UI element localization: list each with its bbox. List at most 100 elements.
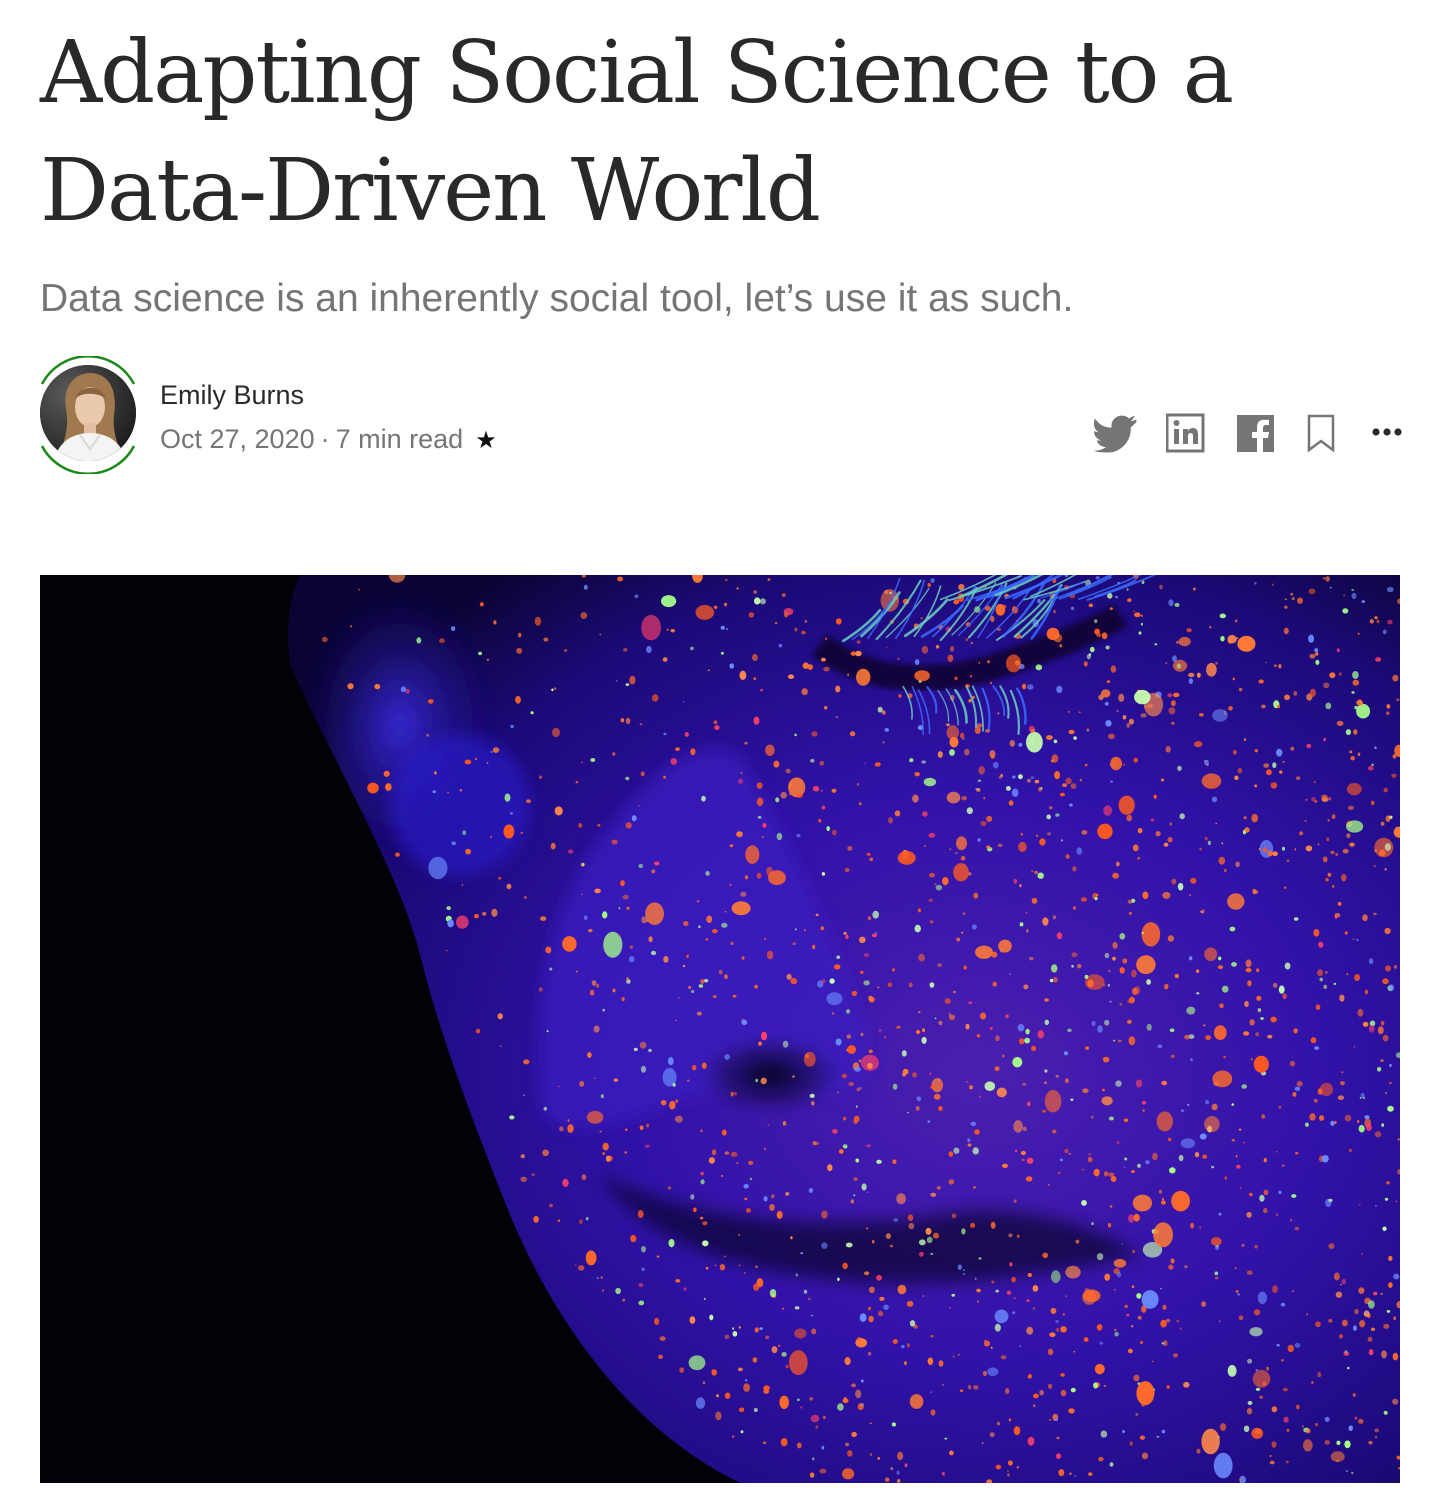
paint-speckle [552, 727, 560, 738]
paint-speckle [752, 653, 758, 662]
paint-speckle [1042, 917, 1049, 926]
paint-speckle [1361, 1252, 1363, 1255]
paint-speckle [1384, 868, 1387, 871]
paint-speckle [738, 778, 743, 784]
paint-speckle [719, 1264, 726, 1271]
paint-speckle [732, 1327, 735, 1330]
paint-speckle [909, 1320, 916, 1327]
paint-speckle [1109, 607, 1113, 610]
paint-speckle [1116, 861, 1120, 867]
paint-speckle [972, 1147, 979, 1155]
facebook-share-button[interactable] [1236, 412, 1276, 456]
paint-speckle [715, 1411, 722, 1421]
paint-speckle [1349, 842, 1355, 847]
paint-speckle [949, 1306, 951, 1309]
paint-speckle [1380, 1059, 1384, 1062]
paint-speckle [1136, 1381, 1155, 1406]
paint-speckle [1286, 859, 1290, 862]
paint-speckle [1344, 1350, 1348, 1354]
author-name[interactable]: Emily Burns [160, 377, 304, 413]
paint-speckle [491, 908, 498, 917]
paint-speckle [1221, 842, 1224, 845]
paint-speckle [980, 821, 987, 826]
paint-speckle [869, 1422, 872, 1425]
paint-speckle [788, 1350, 808, 1376]
paint-speckle [756, 1278, 764, 1288]
paint-speckle [1033, 1393, 1039, 1399]
paint-speckle [1290, 1218, 1293, 1222]
paint-speckle [871, 1240, 875, 1244]
paint-speckle [1088, 603, 1094, 608]
paint-speckle [927, 583, 931, 587]
bookmark-button[interactable] [1306, 412, 1336, 456]
paint-speckle [1314, 800, 1318, 803]
paint-speckle [1202, 1154, 1208, 1159]
author-avatar[interactable] [40, 365, 136, 461]
paint-speckle [1384, 927, 1391, 935]
paint-speckle [887, 982, 892, 988]
paint-speckle [1051, 1270, 1061, 1283]
paint-speckle [863, 980, 870, 986]
paint-speckle [720, 652, 724, 655]
paint-speckle [1131, 1170, 1135, 1174]
paint-speckle [1128, 911, 1132, 915]
paint-speckle [1215, 822, 1218, 825]
paint-speckle [1018, 774, 1023, 780]
paint-speckle [856, 640, 861, 644]
paint-speckle [1127, 999, 1133, 1004]
paint-speckle [579, 1219, 583, 1224]
paint-speckle [675, 1279, 681, 1283]
paint-speckle [1317, 843, 1320, 846]
paint-speckle [1031, 1045, 1037, 1051]
paint-speckle [1305, 798, 1308, 801]
linkedin-share-button[interactable] [1165, 412, 1206, 456]
paint-speckle [549, 967, 553, 971]
paint-speckle [660, 1100, 667, 1106]
paint-speckle [896, 1470, 900, 1475]
paint-speckle [656, 1255, 660, 1258]
paint-speckle [963, 1269, 965, 1271]
paint-speckle [1336, 648, 1340, 653]
more-options-button[interactable] [1370, 412, 1406, 456]
paint-speckle [1205, 1100, 1210, 1105]
paint-speckle [1109, 1205, 1113, 1208]
paint-speckle [771, 1346, 778, 1354]
paint-speckle [738, 1367, 743, 1372]
paint-speckle [1261, 704, 1266, 709]
paint-speckle [639, 1125, 644, 1130]
paint-speckle [631, 815, 637, 822]
paint-speckle [474, 914, 479, 919]
paint-speckle [827, 1164, 833, 1172]
paint-speckle [987, 660, 990, 664]
paint-speckle [1140, 614, 1144, 617]
paint-speckle [1172, 1353, 1179, 1358]
paint-speckle [1054, 771, 1060, 780]
paint-speckle [646, 645, 652, 654]
paint-speckle [1139, 1435, 1145, 1440]
paint-speckle [1294, 1086, 1301, 1091]
paint-speckle [578, 823, 583, 828]
twitter-share-button[interactable] [1090, 412, 1140, 456]
paint-speckle [854, 1067, 861, 1072]
paint-speckle [696, 1011, 702, 1016]
paint-speckle [1105, 645, 1110, 650]
paint-speckle [700, 1179, 705, 1185]
paint-speckle [1110, 780, 1113, 783]
paint-speckle [1315, 1423, 1318, 1427]
paint-speckle [992, 981, 997, 987]
paint-speckle [666, 628, 669, 631]
paint-speckle [889, 591, 893, 595]
paint-speckle [1080, 897, 1087, 902]
paint-speckle [845, 1442, 849, 1447]
paint-speckle [1016, 1234, 1020, 1238]
paint-speckle [1371, 800, 1375, 806]
paint-speckle [1383, 1323, 1390, 1329]
paint-speckle [918, 1011, 921, 1014]
paint-speckle [629, 675, 636, 685]
paint-speckle [903, 1361, 907, 1366]
paint-speckle [1056, 932, 1063, 940]
bookmark-icon [1307, 414, 1335, 453]
paint-speckle [787, 674, 795, 679]
paint-speckle [711, 1369, 717, 1376]
paint-speckle [1335, 1291, 1343, 1298]
